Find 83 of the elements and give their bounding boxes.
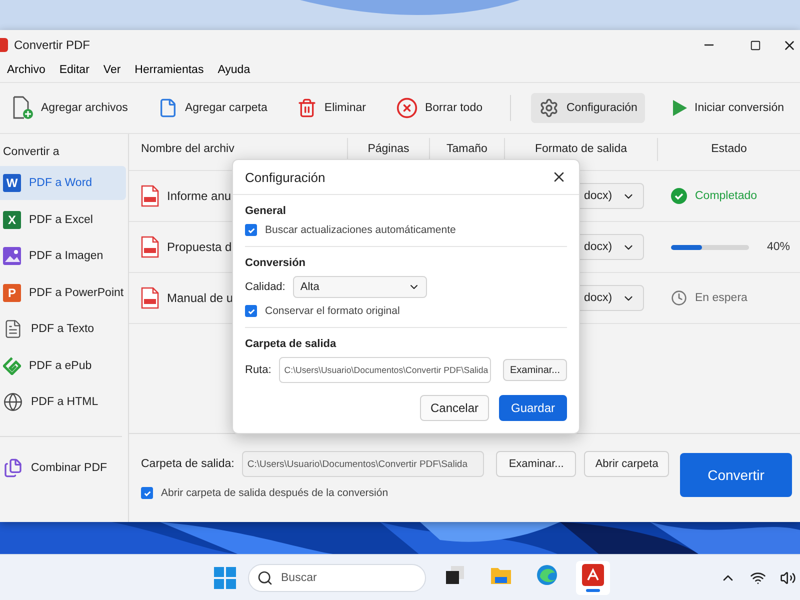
maximize-icon bbox=[750, 40, 760, 50]
sidebar-item[interactable]: W PDF a Word bbox=[0, 166, 126, 200]
menu-item[interactable]: Archivo bbox=[0, 60, 52, 80]
sidebar-item[interactable]: P PDF a PowerPoint bbox=[0, 276, 126, 310]
sidebar-item[interactable]: X PDF a Excel bbox=[0, 202, 126, 236]
output-path-field[interactable]: C:\Users\Usuario\Documentos\Convertir PDF\Salida bbox=[242, 451, 484, 477]
app-icon bbox=[0, 38, 8, 52]
wifi-icon[interactable] bbox=[750, 570, 766, 586]
quality-label: Calidad: bbox=[245, 281, 286, 293]
check-circle-icon bbox=[671, 188, 687, 204]
files-icon bbox=[3, 458, 23, 478]
pdf-file-icon bbox=[141, 236, 159, 258]
settings-icon bbox=[539, 98, 560, 118]
document-icon bbox=[158, 98, 178, 118]
status-text: En espera bbox=[695, 292, 748, 304]
pdf-file-icon bbox=[141, 185, 159, 207]
app-badge-icon: W bbox=[3, 174, 21, 192]
window-title: Convertir PDF bbox=[14, 38, 92, 52]
quality-select[interactable]: Alta bbox=[293, 276, 428, 298]
cancel-button[interactable]: Cancelar bbox=[420, 395, 489, 421]
output-folder-label: Carpeta de salida: bbox=[141, 458, 234, 470]
sidebar-heading: Convertir a bbox=[2, 146, 60, 160]
menu-item[interactable]: Ver bbox=[96, 60, 128, 80]
sidebar-item[interactable]: PDF a ePub bbox=[0, 348, 126, 382]
trash-icon bbox=[297, 98, 318, 118]
clock-icon bbox=[671, 290, 687, 306]
toolbar-button[interactable]: Borrar todo bbox=[388, 93, 490, 123]
path-label: Ruta: bbox=[245, 364, 272, 376]
path-field[interactable]: C:\Users\Usuario\Documentos\Convertir PDF\Salida bbox=[279, 357, 492, 383]
browser-icon bbox=[536, 564, 558, 586]
task-view-icon bbox=[445, 564, 465, 584]
sidebar-item[interactable]: PDF a HTML bbox=[0, 385, 126, 419]
file-name: Manual de u bbox=[167, 291, 234, 305]
toolbar-button[interactable]: Iniciar conversión bbox=[664, 93, 792, 123]
app-badge-icon: X bbox=[3, 210, 21, 228]
epub-icon bbox=[3, 356, 21, 374]
status-text: Completado bbox=[695, 190, 758, 202]
file-name: Informe anu bbox=[167, 189, 232, 203]
search-field[interactable]: Buscar bbox=[248, 564, 426, 592]
toolbar-button[interactable]: Agregar archivos bbox=[4, 93, 136, 123]
browse-button[interactable]: Examinar... bbox=[502, 359, 567, 381]
search-icon bbox=[257, 570, 273, 586]
column-header: Estado bbox=[657, 138, 800, 161]
save-button[interactable]: Guardar bbox=[499, 395, 567, 421]
sidebar-item[interactable]: PDF a Texto bbox=[0, 312, 126, 346]
text-file-icon bbox=[3, 319, 23, 339]
file-add-icon bbox=[12, 96, 34, 120]
dialog-title: Configuración bbox=[245, 170, 326, 184]
image-icon bbox=[3, 247, 21, 265]
toolbar-button[interactable]: Configuración bbox=[531, 93, 646, 123]
checkbox[interactable] bbox=[245, 224, 257, 236]
check-icon bbox=[246, 226, 256, 234]
progress-text: 40% bbox=[767, 241, 790, 253]
checkbox[interactable] bbox=[245, 305, 257, 317]
menu-item[interactable]: Ayuda bbox=[210, 60, 258, 80]
menu-item[interactable]: Herramientas bbox=[128, 60, 211, 80]
sidebar-item[interactable]: PDF a Imagen bbox=[0, 239, 126, 273]
section-heading: Conversión bbox=[245, 257, 307, 269]
circle-x-icon bbox=[396, 97, 418, 119]
file-name: Propuesta d bbox=[167, 240, 232, 254]
check-icon bbox=[246, 306, 256, 316]
section-heading: General bbox=[245, 205, 287, 217]
start-icon[interactable] bbox=[214, 566, 236, 588]
section-heading: Carpeta de salida bbox=[245, 338, 338, 350]
convert-button[interactable]: Convertir bbox=[680, 453, 792, 497]
check-icon bbox=[142, 488, 152, 498]
menu-item[interactable]: Editar bbox=[52, 60, 96, 80]
toolbar-button[interactable]: Eliminar bbox=[289, 93, 374, 123]
play-icon bbox=[672, 99, 688, 117]
pdf-app-icon bbox=[582, 564, 604, 586]
checkbox[interactable] bbox=[141, 487, 153, 499]
checkbox-label: Buscar actualizaciones automáticamente bbox=[265, 224, 456, 236]
pdf-file-icon bbox=[141, 287, 159, 309]
toolbar-button[interactable]: Agregar carpeta bbox=[150, 93, 276, 123]
checkbox-label: Abrir carpeta de salida después de la conversión bbox=[161, 487, 388, 499]
open-folder-button[interactable]: Abrir carpeta bbox=[584, 451, 670, 477]
browse-button[interactable]: Examinar... bbox=[496, 451, 576, 477]
sidebar-item[interactable]: Combinar PDF bbox=[0, 450, 126, 484]
checkbox-label: Conservar el formato original bbox=[265, 305, 400, 317]
column-header: Nombre del archiv bbox=[140, 142, 236, 157]
globe-icon bbox=[3, 392, 23, 412]
volume-icon[interactable] bbox=[780, 570, 796, 586]
app-badge-icon: P bbox=[3, 284, 21, 302]
